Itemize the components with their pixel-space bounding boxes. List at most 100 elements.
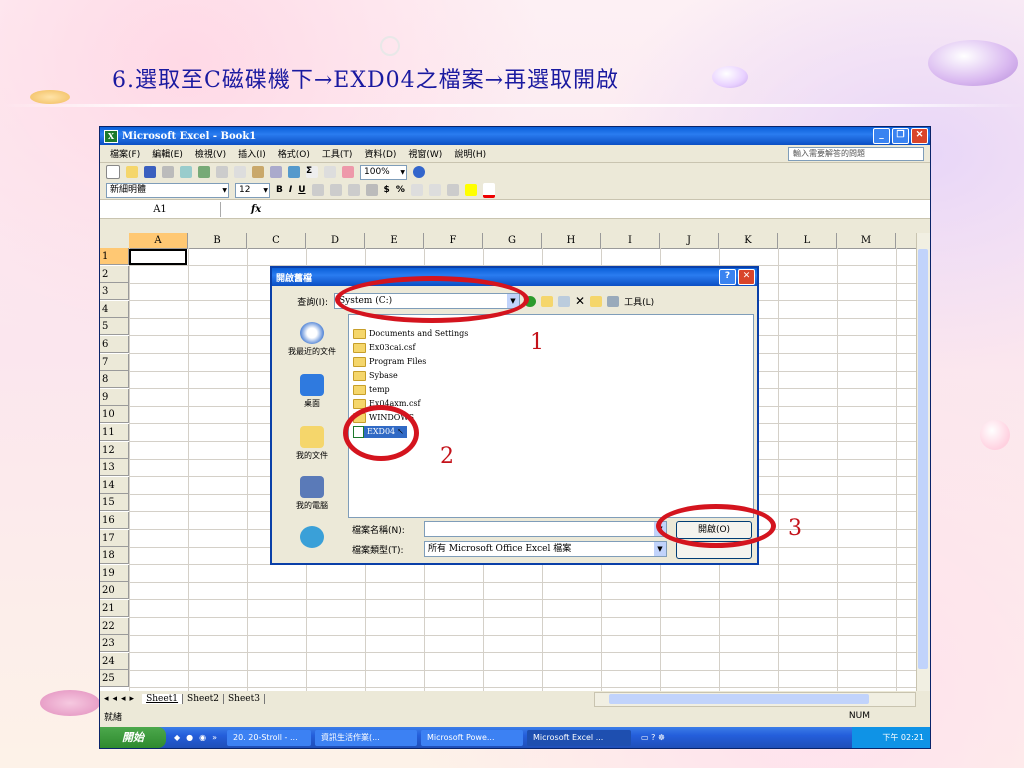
column-header[interactable]: I xyxy=(601,233,660,248)
row-header[interactable]: 11 xyxy=(100,424,129,441)
horizontal-scrollbar[interactable] xyxy=(594,691,916,707)
row-header[interactable]: 1 xyxy=(100,248,129,265)
row-header[interactable]: 15 xyxy=(100,494,129,512)
sort-icon[interactable] xyxy=(324,166,336,178)
row-header[interactable]: 21 xyxy=(100,600,129,617)
list-item[interactable]: temp xyxy=(353,384,390,396)
tools-menu[interactable]: 工具(L) xyxy=(624,295,654,308)
close-button[interactable]: ✕ xyxy=(911,128,928,144)
place-network[interactable] xyxy=(280,526,344,550)
active-cell-a1[interactable] xyxy=(129,249,187,265)
chart-icon[interactable] xyxy=(342,166,354,178)
italic-button[interactable]: I xyxy=(289,185,292,195)
delete-icon[interactable]: ✕ xyxy=(575,294,585,308)
print-icon[interactable] xyxy=(162,166,174,178)
keyboard-icon[interactable]: ▭ ? ☸ xyxy=(641,733,665,742)
taskbar-item[interactable]: 資訊生活作業(... xyxy=(315,729,418,746)
underline-button[interactable]: U xyxy=(298,185,305,195)
scroll-thumb[interactable] xyxy=(609,693,869,704)
row-header[interactable]: 5 xyxy=(100,318,129,336)
restore-button[interactable]: ❐ xyxy=(892,128,909,144)
column-header[interactable]: F xyxy=(424,233,483,248)
menu-insert[interactable]: 插入(I) xyxy=(232,147,272,160)
row-header[interactable]: 9 xyxy=(100,388,129,406)
taskbar-item-active[interactable]: Microsoft Excel ... xyxy=(527,729,632,746)
font-size-select[interactable]: 12 xyxy=(235,182,270,198)
row-header[interactable]: 20 xyxy=(100,582,129,600)
column-header[interactable]: C xyxy=(247,233,306,248)
menu-format[interactable]: 格式(O) xyxy=(272,147,316,160)
start-button[interactable]: 開始 xyxy=(100,727,166,748)
row-header[interactable]: 7 xyxy=(100,353,129,371)
row-header[interactable]: 16 xyxy=(100,512,129,529)
function-icon[interactable]: fx xyxy=(251,204,261,215)
menu-file[interactable]: 檔案(F) xyxy=(104,147,146,160)
preview-icon[interactable] xyxy=(180,166,192,178)
help-icon[interactable] xyxy=(413,166,425,178)
copy-icon[interactable] xyxy=(234,166,246,178)
list-item[interactable]: Sybase xyxy=(353,370,398,382)
undo-icon[interactable] xyxy=(270,166,282,178)
column-header[interactable]: L xyxy=(778,233,837,248)
paste-icon[interactable] xyxy=(252,166,264,178)
minimize-button[interactable]: _ xyxy=(873,128,890,144)
sheet-tab-sheet3[interactable]: Sheet3 xyxy=(224,694,265,704)
row-header[interactable]: 17 xyxy=(100,529,129,547)
help-search-input[interactable]: 輸入需要解答的問題 xyxy=(788,146,924,161)
column-header[interactable]: K xyxy=(719,233,778,248)
menu-tools[interactable]: 工具(T) xyxy=(316,147,359,160)
select-all-corner[interactable] xyxy=(100,233,130,248)
spelling-icon[interactable] xyxy=(198,166,210,178)
open-icon[interactable] xyxy=(126,166,138,178)
bold-button[interactable]: B xyxy=(276,185,283,195)
new-icon[interactable] xyxy=(106,165,120,179)
row-header[interactable]: 12 xyxy=(100,441,129,459)
row-header[interactable]: 2 xyxy=(100,265,129,283)
row-header[interactable]: 10 xyxy=(100,406,129,424)
sheet-tab-sheet2[interactable]: Sheet2 xyxy=(183,694,225,704)
sheet-tab-sheet1[interactable]: Sheet1 xyxy=(142,694,184,704)
row-header[interactable]: 24 xyxy=(100,652,129,670)
column-header[interactable]: E xyxy=(365,233,424,248)
list-item[interactable]: Documents and Settings xyxy=(353,328,468,340)
row-header[interactable]: 6 xyxy=(100,336,129,353)
column-header[interactable]: G xyxy=(483,233,542,248)
row-header[interactable]: 4 xyxy=(100,300,129,318)
filename-input[interactable] xyxy=(424,521,667,537)
autosum-icon[interactable]: Σ xyxy=(306,166,318,178)
dialog-help-button[interactable]: ? xyxy=(719,269,736,285)
align-right-icon[interactable] xyxy=(347,184,360,196)
name-box[interactable]: A1 xyxy=(100,201,221,217)
column-header[interactable]: B xyxy=(188,233,247,248)
hyperlink-icon[interactable] xyxy=(288,166,300,178)
row-header[interactable]: 14 xyxy=(100,476,129,494)
list-item[interactable]: Program Files xyxy=(353,356,426,368)
menu-window[interactable]: 視窗(W) xyxy=(402,147,448,160)
taskbar-item[interactable]: Microsoft Powe... xyxy=(421,729,524,746)
row-header[interactable]: 23 xyxy=(100,635,129,653)
column-header[interactable]: H xyxy=(542,233,601,248)
column-header[interactable]: A xyxy=(129,233,188,248)
align-center-icon[interactable] xyxy=(329,184,342,196)
column-header[interactable]: M xyxy=(837,233,896,248)
filetype-select[interactable]: 所有 Microsoft Office Excel 檔案 xyxy=(424,541,667,557)
views-icon[interactable] xyxy=(607,295,620,307)
up-folder-icon[interactable] xyxy=(541,295,553,307)
dialog-close-button[interactable]: ✕ xyxy=(738,269,755,285)
vertical-scrollbar[interactable] xyxy=(916,233,930,691)
place-desktop[interactable]: 桌面 xyxy=(280,374,344,409)
row-header[interactable]: 18 xyxy=(100,547,129,565)
row-header[interactable]: 13 xyxy=(100,459,129,477)
menu-data[interactable]: 資料(D) xyxy=(358,147,402,160)
row-header[interactable]: 19 xyxy=(100,564,129,582)
decimal-icon[interactable] xyxy=(410,184,423,196)
currency-button[interactable]: $ xyxy=(384,185,390,195)
zoom-select[interactable]: 100% xyxy=(360,164,407,180)
menu-edit[interactable]: 編輯(E) xyxy=(146,147,189,160)
fill-color-icon[interactable] xyxy=(464,184,477,196)
scroll-thumb[interactable] xyxy=(918,249,928,669)
list-item[interactable]: Ex03cai.csf xyxy=(353,342,415,354)
row-header[interactable]: 25 xyxy=(100,670,129,688)
place-recent[interactable]: 我最近的文件 xyxy=(280,322,344,357)
column-header[interactable]: D xyxy=(306,233,365,248)
